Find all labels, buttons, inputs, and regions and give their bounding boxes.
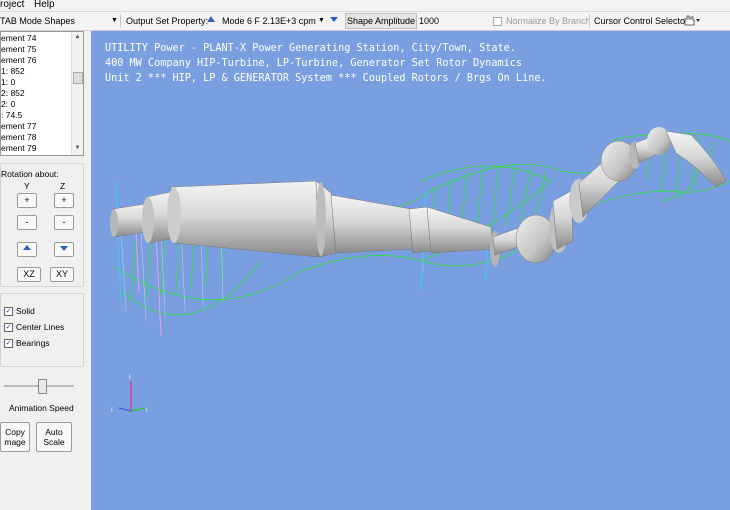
rotate-y-minus-button[interactable]: -	[17, 215, 37, 230]
svg-text:I: I	[129, 375, 131, 381]
list-item[interactable]: 1: 852	[1, 66, 25, 76]
arrow-icon	[60, 246, 68, 251]
hand-cursor-icon[interactable]	[682, 14, 702, 28]
mode-shapes-label: TAB Mode Shapes	[0, 16, 75, 26]
list-item[interactable]: ement 78	[1, 132, 36, 142]
rotate-z-step-button[interactable]	[54, 242, 74, 257]
mode-icon	[206, 14, 218, 28]
menu-project[interactable]: roject	[0, 0, 24, 10]
check-icon: ✓	[4, 339, 13, 349]
checkbox-box	[493, 17, 502, 27]
shape-amplitude-button[interactable]: Shape Amplitude	[345, 13, 417, 29]
center-lines-label: Center Lines	[16, 322, 65, 332]
animation-speed-slider[interactable]	[4, 379, 74, 394]
scroll-up-icon[interactable]: ▲	[73, 33, 82, 42]
axis-z-label: Z	[60, 181, 66, 191]
list-item[interactable]: ement 75	[1, 44, 36, 54]
rotor-shaft	[110, 127, 727, 267]
check-icon: ✓	[4, 307, 13, 317]
cursor-control-label: Cursor Control Selector	[594, 16, 689, 26]
chevron-down-icon: ▼	[111, 17, 118, 24]
mode-next-icon[interactable]	[329, 14, 341, 28]
list-item[interactable]: 1: 0	[1, 77, 15, 87]
scroll-down-icon[interactable]: ▼	[73, 144, 82, 153]
list-item[interactable]: ement 76	[1, 55, 36, 65]
svg-text:I: I	[111, 408, 113, 414]
viewport-3d[interactable]: UTILITY Power - PLANT-X Power Generating…	[91, 31, 730, 510]
output-set-label: Output Set Property:	[126, 16, 209, 26]
axis-triad: I I I	[111, 375, 148, 414]
rotate-z-plus-button[interactable]: +	[54, 193, 74, 208]
rotate-y-step-button[interactable]	[17, 242, 37, 257]
rotate-z-minus-button[interactable]: -	[54, 215, 74, 230]
check-icon: ✓	[4, 323, 13, 333]
rotate-y-plus-button[interactable]: +	[17, 193, 37, 208]
normalize-label: Normalize By Branch	[506, 16, 591, 26]
rotor-model: I I I	[110, 127, 730, 414]
list-item[interactable]: ement 79	[1, 143, 36, 153]
auto-scale-button[interactable]: Auto Scale	[36, 422, 72, 452]
menu-help[interactable]: Help	[34, 0, 55, 10]
chevron-down-icon: ▼	[318, 17, 325, 24]
bearings-checkbox[interactable]: ✓ Bearings	[4, 338, 50, 349]
scroll-thumb[interactable]	[73, 72, 83, 84]
view-xy-button[interactable]: XY	[50, 267, 74, 282]
mode-shapes-dropdown[interactable]: TAB Mode Shapes ▼	[0, 14, 118, 28]
solid-checkbox[interactable]: ✓ Solid	[4, 306, 35, 317]
image-label: mage	[4, 437, 26, 447]
shape-amplitude-input[interactable]: 1000	[419, 14, 439, 28]
list-item[interactable]: ement 77	[1, 121, 36, 131]
list-item[interactable]: 2: 852	[1, 88, 25, 98]
element-list[interactable]: ement 74 ement 75 ement 76 1: 852 1: 0 2…	[0, 31, 84, 156]
normalize-checkbox[interactable]: Normalize By Branch	[493, 14, 591, 28]
list-item[interactable]: ement 74	[1, 33, 36, 43]
mode-dropdown[interactable]: Mode 6 F 2.13E+3 cpm ▼	[222, 14, 340, 28]
auto-label: Auto	[45, 427, 63, 437]
scale-label: Scale	[43, 437, 65, 447]
svg-text:I: I	[146, 408, 148, 414]
left-panel: ement 74 ement 75 ement 76 1: 852 1: 0 2…	[0, 31, 90, 510]
center-lines-checkbox[interactable]: ✓ Center Lines	[4, 322, 65, 333]
list-item[interactable]: 2: 0	[1, 99, 15, 109]
list-item[interactable]: : 74.5	[1, 110, 22, 120]
view-xz-button[interactable]: XZ	[17, 267, 41, 282]
menu-bar: roject Help	[0, 0, 730, 12]
animation-speed-label: Animation Speed	[9, 403, 74, 413]
mode-value: Mode 6 F 2.13E+3 cpm	[222, 16, 316, 26]
slider-thumb[interactable]	[38, 379, 47, 394]
rotation-group: Rotation about: Y Z + + - - XZ XY	[0, 163, 84, 287]
display-options-group: ✓ Solid ✓ Center Lines ✓ Bearings	[0, 293, 84, 367]
list-scrollbar[interactable]: ▲ ▼	[71, 32, 83, 155]
arrow-icon	[23, 245, 31, 250]
axis-y-label: Y	[24, 181, 30, 191]
solid-label: Solid	[16, 306, 35, 316]
copy-image-button[interactable]: Copy mage	[0, 422, 30, 452]
copy-label: Copy	[5, 427, 25, 437]
bearings-label: Bearings	[16, 338, 50, 348]
rotation-label: Rotation about:	[1, 169, 59, 179]
toolbar: TAB Mode Shapes ▼ Output Set Property: M…	[0, 12, 730, 31]
